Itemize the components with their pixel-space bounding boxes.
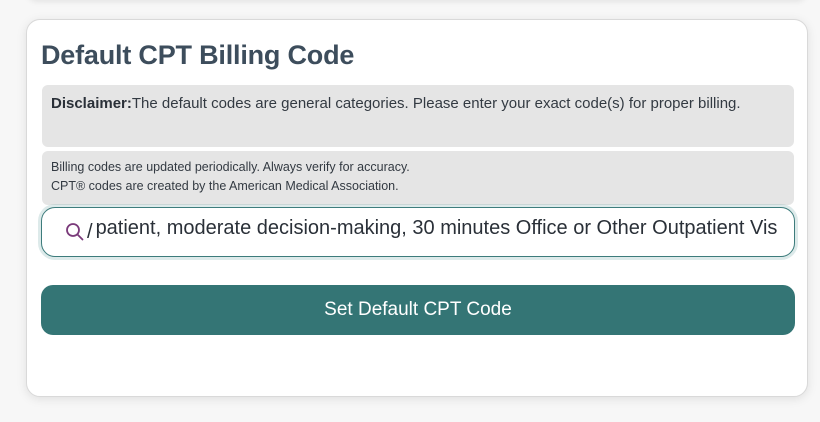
- set-default-cpt-code-button[interactable]: Set Default CPT Code: [41, 285, 795, 335]
- disclaimer-text: The default codes are general categories…: [131, 95, 741, 112]
- card-title: Default CPT Billing Code: [41, 40, 355, 70]
- notice-line-ama: CPT® codes are created by the American M…: [51, 179, 399, 193]
- notice-line-update: Billing codes are updated periodically. …: [51, 160, 410, 174]
- search-icon: [64, 221, 86, 243]
- search-input-value: patient, moderate decision-making, 30 mi…: [95, 217, 778, 239]
- disclaimer-box: Disclaimer:The default codes are general…: [42, 85, 794, 147]
- disclaimer-label: Disclaimer:: [51, 95, 132, 112]
- billing-notice-box: Billing codes are updated periodically. …: [42, 151, 794, 205]
- cpt-code-search-input[interactable]: patient, moderate decision-making, 30 mi…: [96, 217, 784, 247]
- default-cpt-billing-card: Default CPT Billing Code Disclaimer:The …: [26, 19, 808, 397]
- cpt-code-search-field[interactable]: / patient, moderate decision-making, 30 …: [41, 207, 795, 257]
- truncated-text-fragment: /: [87, 220, 93, 243]
